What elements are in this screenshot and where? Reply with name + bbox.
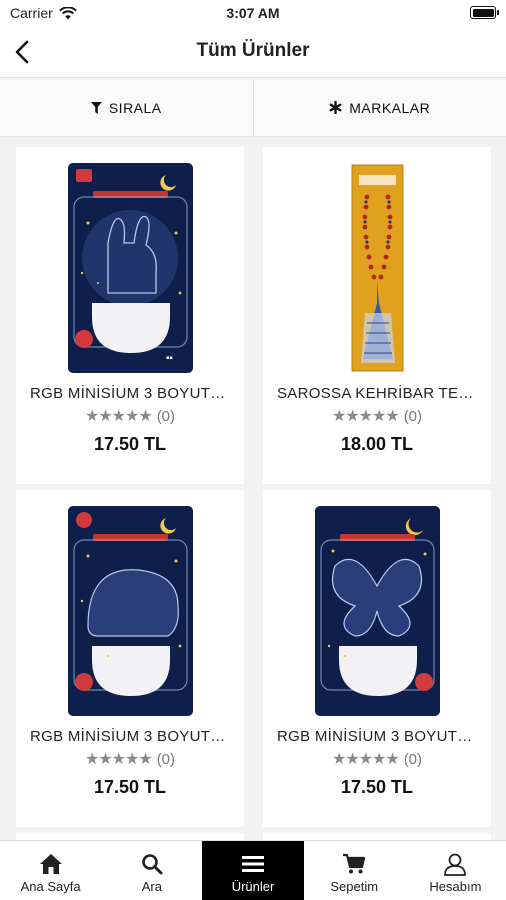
product-price: 17.50 TL xyxy=(93,777,167,797)
product-rating: ★★★★★ (0) xyxy=(16,749,244,769)
brands-button[interactable]: MARKALAR xyxy=(252,79,506,136)
rating-count: (0) xyxy=(156,750,176,768)
product-image-night-lamp-whale xyxy=(67,506,193,716)
menu-icon xyxy=(242,856,264,872)
tab-home[interactable]: Ana Sayfa xyxy=(0,841,101,900)
tab-cart[interactable]: Sepetim xyxy=(304,841,405,900)
product-card[interactable]: RGB MİNİSİUM 3 BOYUTLU GECE LAMBASI ★★★★… xyxy=(263,490,491,827)
tab-account-label: Hesabım xyxy=(429,879,482,894)
cart-icon xyxy=(343,853,366,874)
svg-text:▪▪: ▪▪ xyxy=(166,355,173,361)
home-icon xyxy=(39,854,62,874)
product-price: 17.50 TL xyxy=(93,434,167,454)
product-card[interactable]: SAROSSA KEHRİBAR TESBİH KUTULU PK:12 ★★★… xyxy=(263,147,491,484)
rating-stars-icon: ★★★★★ xyxy=(331,751,400,768)
tab-cart-label: Sepetim xyxy=(330,879,379,894)
product-name: RGB MİNİSİUM 3 BOYUTLU GECE LAMBASI xyxy=(277,728,491,745)
page-title: Tüm Ürünler xyxy=(196,40,310,61)
product-image-night-lamp-rabbit: ▪▪ xyxy=(67,163,193,373)
product-rating: ★★★★★ (0) xyxy=(263,749,491,769)
product-image-night-lamp-butterfly xyxy=(314,506,440,716)
rating-stars-icon: ★★★★★ xyxy=(331,408,400,425)
tab-products-label: Ürünler xyxy=(231,879,275,894)
battery-icon xyxy=(470,6,499,19)
product-name: SAROSSA KEHRİBAR TESBİH KUTULU PK:12 xyxy=(277,385,491,402)
product-price: 18.00 TL xyxy=(340,434,414,454)
product-card[interactable] xyxy=(16,833,244,840)
clock: 3:07 AM xyxy=(226,5,280,21)
product-name: RGB MİNİSİUM 3 BOYUTLU GECE LAMBASI xyxy=(30,385,244,402)
product-price: 17.50 TL xyxy=(340,777,414,797)
product-card[interactable]: ▪▪ RGB MİNİSİUM 3 BOYUTLU GECE LAMBASI ★… xyxy=(16,147,244,484)
tab-search-label: Ara xyxy=(141,879,162,894)
rating-count: (0) xyxy=(156,407,176,425)
status-bar: Carrier 3:07 AM xyxy=(0,0,506,26)
product-rating: ★★★★★ (0) xyxy=(263,406,491,426)
product-card[interactable] xyxy=(263,833,491,840)
filter-funnel-icon xyxy=(90,101,102,114)
filter-bar: SIRALA MARKALAR xyxy=(0,79,506,137)
tab-account[interactable]: Hesabım xyxy=(405,841,506,900)
tab-products[interactable]: Ürünler xyxy=(202,841,304,900)
rating-count: (0) xyxy=(403,750,423,768)
search-icon xyxy=(141,854,163,875)
tab-search[interactable]: Ara xyxy=(101,841,202,900)
product-rating: ★★★★★ (0) xyxy=(16,406,244,426)
sort-label: SIRALA xyxy=(108,99,162,116)
asterisk-icon xyxy=(329,101,342,114)
rating-count: (0) xyxy=(403,407,423,425)
product-card[interactable]: RGB MİNİSİUM 3 BOYUTLU GECE LAMBASI ★★★★… xyxy=(16,490,244,827)
sort-button[interactable]: SIRALA xyxy=(0,79,253,136)
tab-bar: Ana Sayfa Ara Ürünler Sepetim Hesabım xyxy=(0,840,506,900)
rating-stars-icon: ★★★★★ xyxy=(84,408,153,425)
rating-stars-icon: ★★★★★ xyxy=(84,751,153,768)
user-icon xyxy=(444,853,467,876)
product-image-prayer-beads xyxy=(314,163,440,373)
product-name: RGB MİNİSİUM 3 BOYUTLU GECE LAMBASI xyxy=(30,728,244,745)
brands-label: MARKALAR xyxy=(349,99,431,116)
product-grid: ▪▪ RGB MİNİSİUM 3 BOYUTLU GECE LAMBASI ★… xyxy=(0,137,506,840)
navigation-bar: Tüm Ürünler xyxy=(0,26,506,78)
tab-home-label: Ana Sayfa xyxy=(20,879,81,894)
